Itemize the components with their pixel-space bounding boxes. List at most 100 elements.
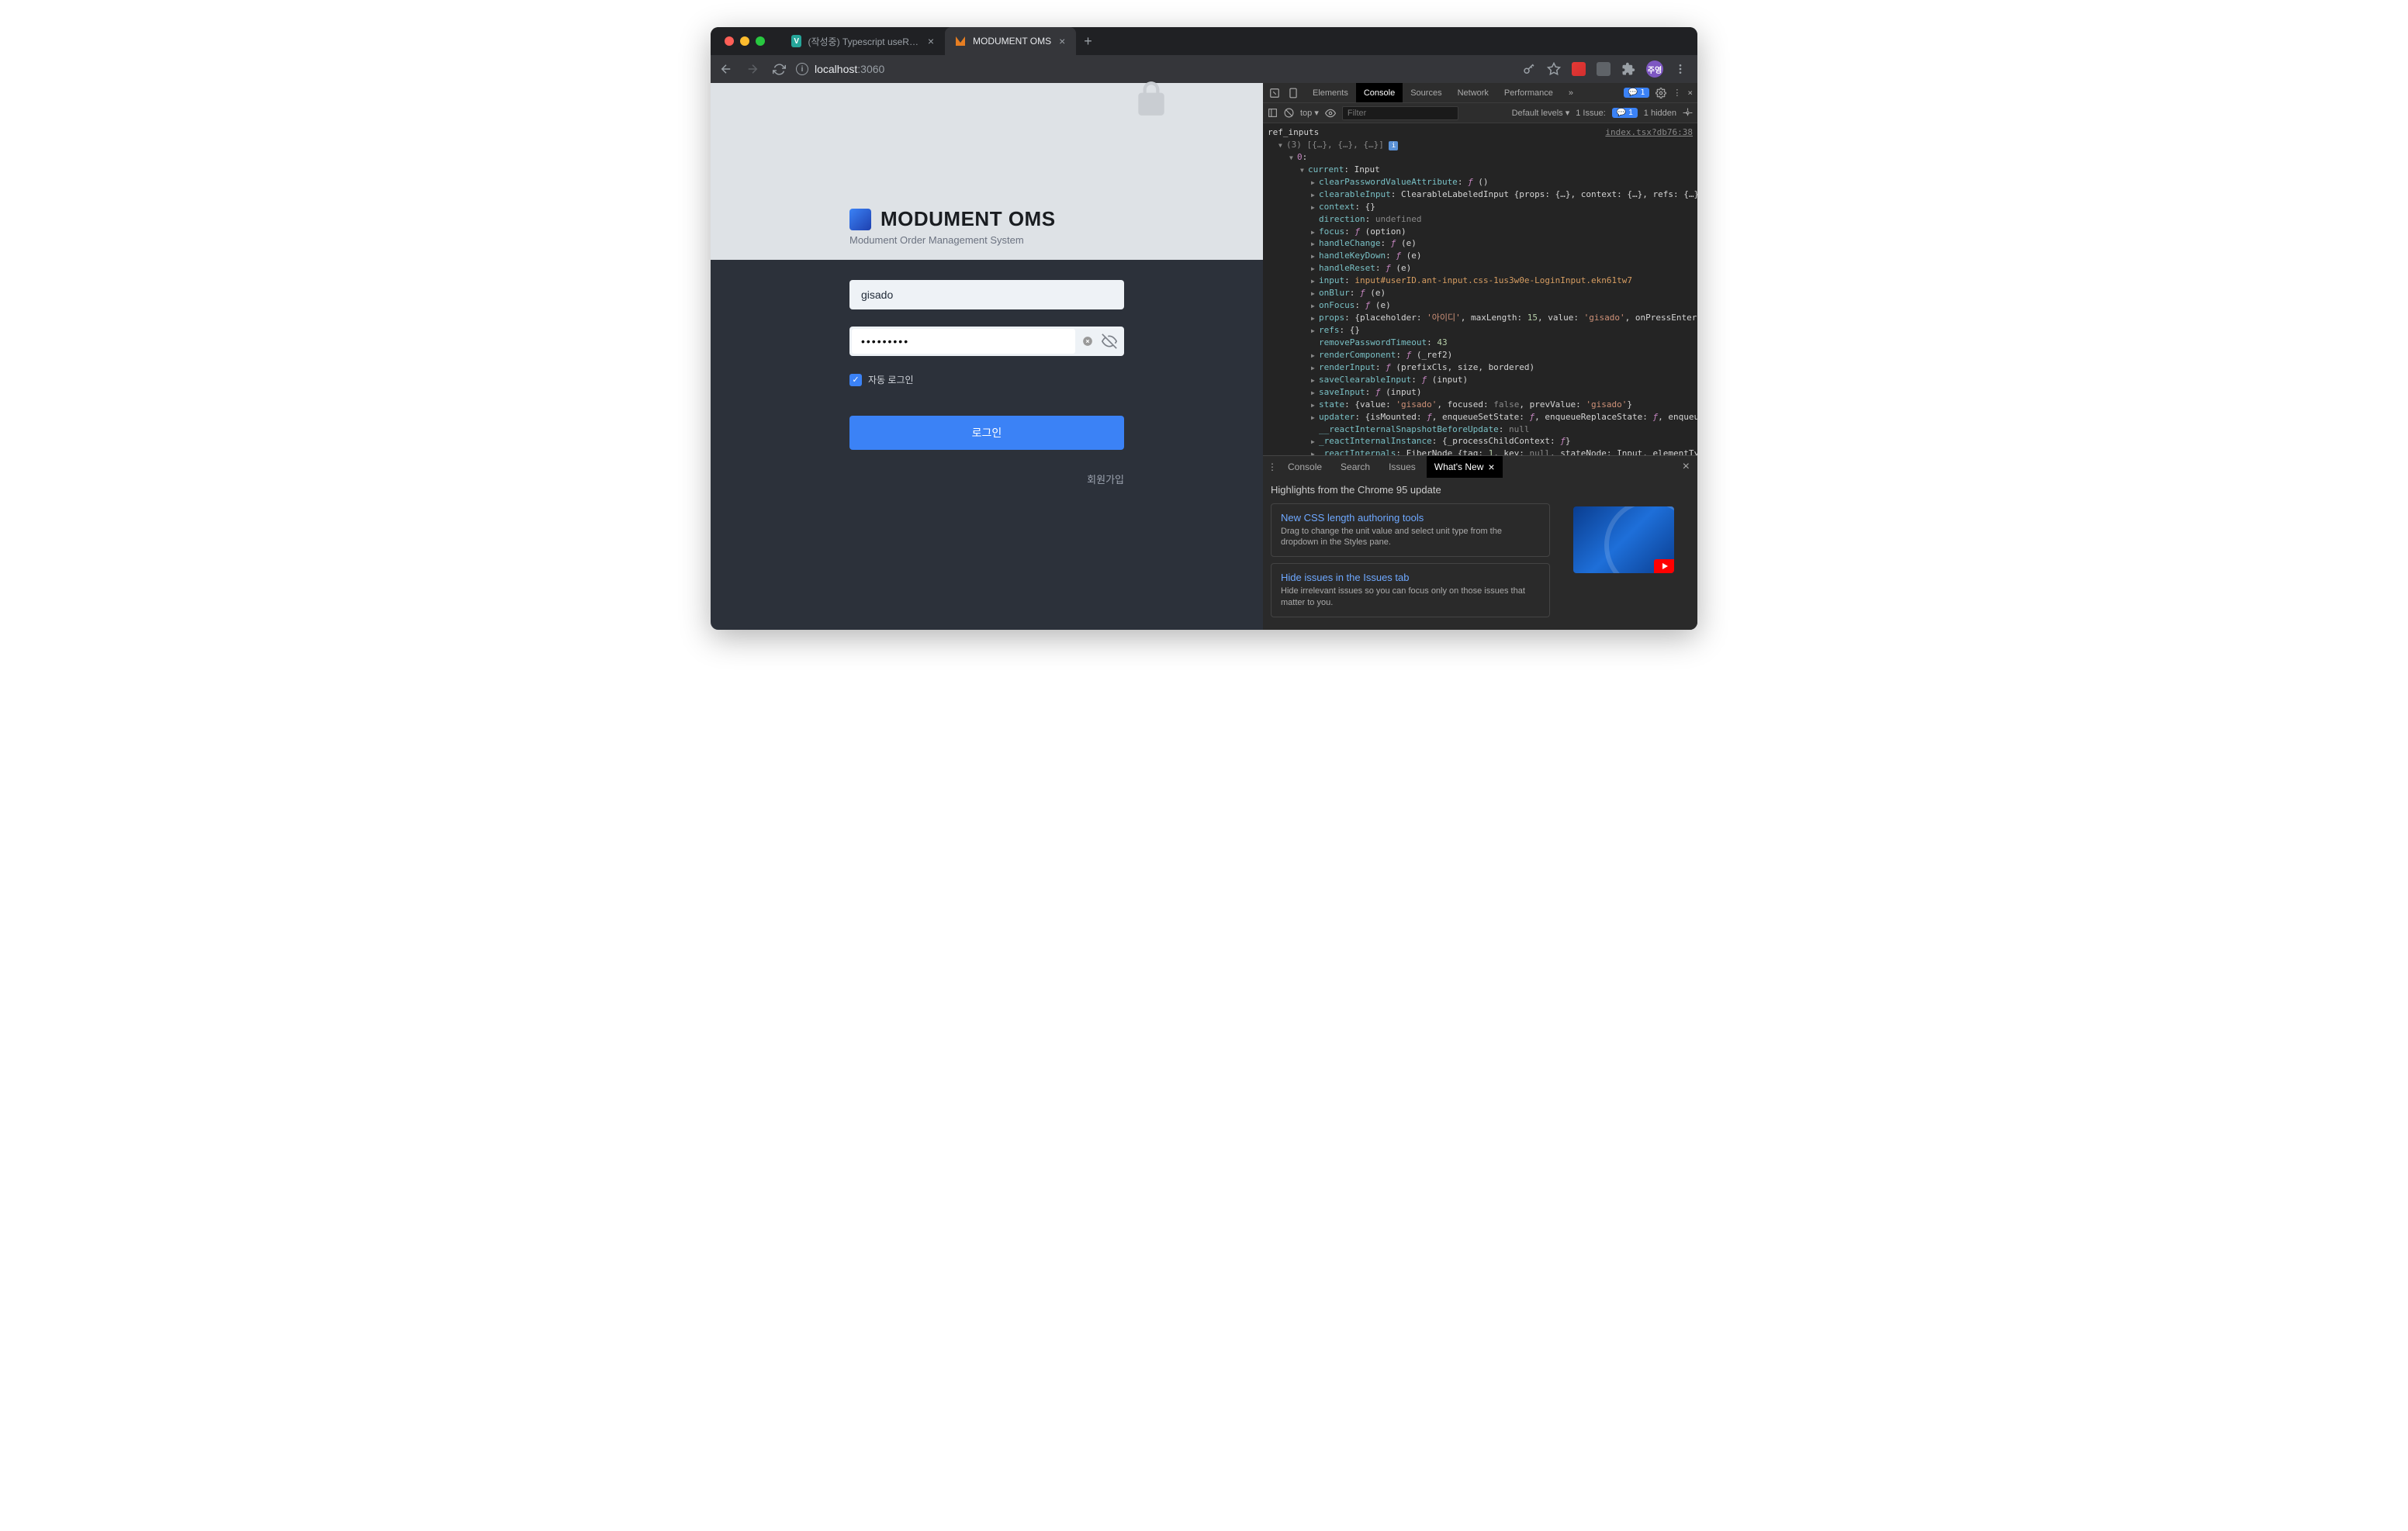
devtools-tab-performance[interactable]: Performance [1496,83,1561,102]
log-line[interactable]: saveInput: ƒ (input) [1268,386,1693,399]
devtools-close-icon[interactable]: × [1687,88,1693,98]
drawer-tab-console[interactable]: Console [1280,456,1330,478]
log-line[interactable]: clearPasswordValueAttribute: ƒ () [1268,176,1693,188]
log-line[interactable]: onFocus: ƒ (e) [1268,299,1693,312]
tab-title: (작성중) Typescript useRef array [808,35,919,48]
drawer-tab-whatsnew[interactable]: What's New× [1427,456,1503,478]
log-line[interactable]: current: Input [1268,164,1693,176]
drawer-tab-search[interactable]: Search [1333,456,1378,478]
devtools-tab-sources[interactable]: Sources [1403,83,1449,102]
log-line[interactable]: state: {value: 'gisado', focused: false,… [1268,399,1693,411]
browser-tab-1[interactable]: V (작성중) Typescript useRef array × [782,27,945,55]
card-title: New CSS length authoring tools [1281,512,1540,524]
console-output[interactable]: index.tsx?db76:38 ref_inputs (3) [{…}, {… [1263,123,1697,455]
clear-console-icon[interactable] [1284,108,1294,118]
browser-tab-2[interactable]: MODUMENT OMS × [945,27,1076,55]
issues-badge[interactable]: 💬 1 [1612,108,1638,118]
password-row: ••••••••• [849,327,1124,356]
password-input[interactable]: ••••••••• [852,329,1075,354]
log-line[interactable]: context: {} [1268,201,1693,213]
log-line[interactable]: updater: {isMounted: ƒ, enqueueSetState:… [1268,411,1693,423]
close-icon[interactable]: × [1488,461,1494,473]
issues-label: 1 Issue: [1576,109,1606,118]
signup-link[interactable]: 회원가입 [849,472,1124,486]
log-line[interactable]: props: {placeholder: '아이디', maxLength: 1… [1268,312,1693,324]
devtools-tab-console[interactable]: Console [1356,83,1403,102]
whatsnew-headline: Highlights from the Chrome 95 update [1271,484,1690,496]
window-close[interactable] [725,36,734,46]
menu-icon[interactable] [1674,63,1687,75]
whatsnew-video-thumbnail[interactable] [1573,506,1674,573]
url-text: localhost:3060 [815,63,884,75]
extension-icon-2[interactable] [1597,62,1611,76]
log-line[interactable]: input: input#userID.ant-input.css-1us3w0… [1268,275,1693,287]
tab-title: MODUMENT OMS [973,36,1051,47]
device-toolbar-icon[interactable] [1286,86,1300,100]
console-sidebar-toggle-icon[interactable] [1268,108,1278,118]
tab-bar: V (작성중) Typescript useRef array × MODUME… [711,27,1697,55]
forward-button[interactable] [743,60,762,78]
log-line[interactable]: saveClearableInput: ƒ (input) [1268,374,1693,386]
log-levels-selector[interactable]: Default levels ▾ [1512,108,1570,118]
star-icon[interactable] [1547,62,1561,76]
card-desc: Hide irrelevant issues so you can focus … [1281,586,1540,609]
extension-icon-1[interactable] [1572,62,1586,76]
log-line[interactable]: handleKeyDown: ƒ (e) [1268,250,1693,262]
context-selector[interactable]: top ▾ [1300,108,1319,118]
inspect-element-icon[interactable] [1268,86,1282,100]
source-link[interactable]: index.tsx?db76:38 [1605,126,1693,139]
clear-password-icon[interactable] [1078,336,1098,347]
username-input[interactable]: gisado [849,280,1124,309]
log-line[interactable]: handleReset: ƒ (e) [1268,262,1693,275]
log-line[interactable]: onBlur: ƒ (e) [1268,287,1693,299]
tab-close-icon[interactable]: × [926,35,936,47]
url-field[interactable]: i localhost:3060 [796,63,1514,75]
whatsnew-card-1[interactable]: New CSS length authoring tools Drag to c… [1271,503,1550,558]
tab-close-icon[interactable]: × [1057,35,1067,47]
browser-window: V (작성중) Typescript useRef array × MODUME… [711,27,1697,630]
drawer-close-icon[interactable]: × [1683,460,1693,474]
devtools-more-icon[interactable]: ⋮ [1673,88,1681,98]
key-icon[interactable] [1522,62,1536,76]
devtools-tab-elements[interactable]: Elements [1305,83,1356,102]
extensions-icon[interactable] [1621,62,1635,76]
back-button[interactable] [717,60,735,78]
devtools-tab-more[interactable]: » [1561,83,1581,102]
console-settings-icon[interactable] [1683,108,1693,118]
drawer-more-icon[interactable]: ⋮ [1268,461,1277,472]
log-line[interactable]: renderComponent: ƒ (_ref2) [1268,349,1693,361]
new-tab-button[interactable]: + [1076,33,1100,50]
log-line[interactable]: refs: {} [1268,324,1693,337]
log-line[interactable]: renderInput: ƒ (prefixCls, size, bordere… [1268,361,1693,374]
log-line[interactable]: handleChange: ƒ (e) [1268,237,1693,250]
favicon-icon: V [791,35,801,47]
favicon-icon [954,35,967,47]
devtools-tab-network[interactable]: Network [1450,83,1496,102]
login-button[interactable]: 로그인 [849,416,1124,450]
reload-button[interactable] [770,60,788,78]
log-line[interactable]: (3) [{…}, {…}, {…}] i [1268,139,1693,151]
auto-login-checkbox[interactable]: ✓ 자동 로그인 [849,373,1124,386]
whatsnew-card-2[interactable]: Hide issues in the Issues tab Hide irrel… [1271,563,1550,617]
window-maximize[interactable] [756,36,765,46]
log-line[interactable]: clearableInput: ClearableLabeledInput {p… [1268,188,1693,201]
devtools-settings-icon[interactable] [1656,88,1666,98]
site-info-icon[interactable]: i [796,63,808,75]
log-line[interactable]: __reactInternalSnapshotBeforeUpdate: nul… [1268,423,1693,436]
log-line[interactable]: _reactInternalInstance: {_processChildCo… [1268,435,1693,448]
drawer-tab-issues[interactable]: Issues [1381,456,1424,478]
log-line[interactable]: direction: undefined [1268,213,1693,226]
log-line[interactable]: 0: [1268,151,1693,164]
devtools-panel: Elements Console Sources Network Perform… [1263,83,1697,630]
toggle-password-visibility-icon[interactable] [1098,330,1121,353]
log-line[interactable]: _reactInternals: FiberNode {tag: 1, key:… [1268,448,1693,454]
log-line[interactable]: removePasswordTimeout: 43 [1268,337,1693,349]
console-filter-bar: top ▾ Default levels ▾ 1 Issue: 💬 1 1 hi… [1263,103,1697,123]
profile-avatar[interactable]: 주영 [1646,60,1663,78]
console-errors-badge[interactable]: 💬 1 [1624,88,1649,98]
window-minimize[interactable] [740,36,749,46]
live-expression-icon[interactable] [1325,108,1336,119]
console-filter-input[interactable] [1342,106,1458,120]
page-viewport: MODUMENT OMS Modument Order Management S… [711,83,1263,630]
log-line[interactable]: focus: ƒ (option) [1268,226,1693,238]
